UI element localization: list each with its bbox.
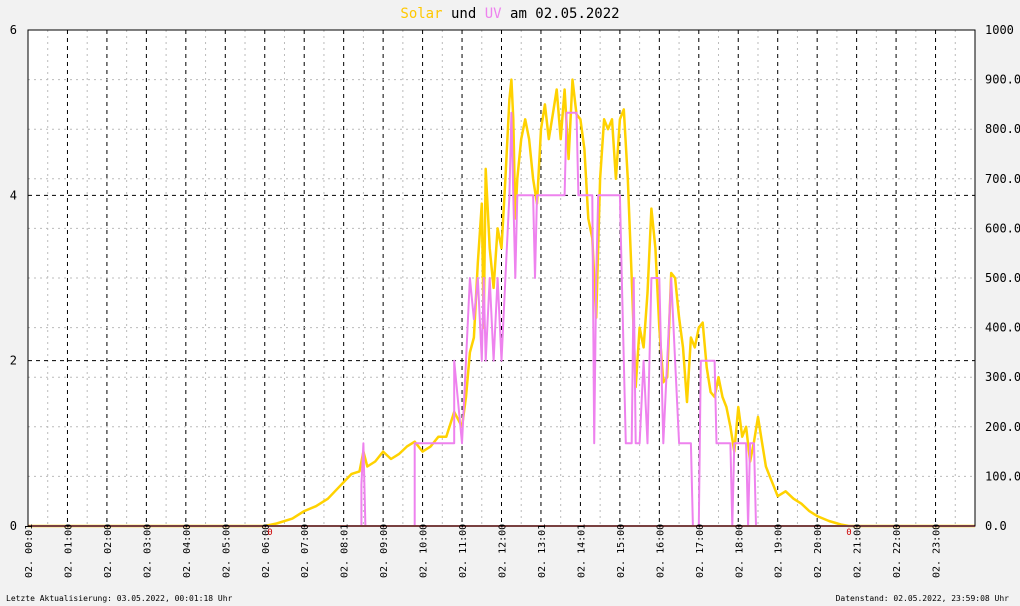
right-tick-label: 500.0	[985, 271, 1020, 285]
x-tick-label: 02. 16:00	[655, 524, 666, 578]
right-tick-label: 600.0	[985, 221, 1020, 235]
x-tick-label: 02. 00:01	[24, 524, 35, 578]
right-tick-label: 1000	[985, 23, 1014, 37]
solar-uv-chart: Solar und UV am 02.05.2022 0 2 4 6 0.0 100.0…	[0, 0, 1020, 606]
title-solar: Solar	[400, 6, 442, 22]
left-tick-label: 4	[10, 188, 17, 202]
x-tick-label: 02. 15:00	[616, 524, 627, 578]
footer-data-status: Datenstand: 02.05.2022, 23:59:08 Uhr	[836, 594, 1010, 603]
right-tick-label: 0.0	[985, 519, 1007, 533]
x-tick-label: 02. 19:00	[774, 524, 785, 578]
left-tick-label: 2	[10, 354, 17, 368]
x-tick-label: 02. 18:00	[734, 524, 745, 578]
x-tick-label: 02. 13:01	[537, 524, 548, 578]
footer-last-update: Letzte Aktualisierung: 03.05.2022, 00:01…	[6, 594, 233, 603]
chart-title: Solar und UV am 02.05.2022	[400, 6, 619, 22]
zero-marker-sunset: 0	[846, 528, 851, 538]
title-date: am 02.05.2022	[510, 6, 620, 22]
title-und: und	[451, 6, 476, 22]
x-tick-label: 02. 14:01	[576, 524, 587, 578]
x-tick-label: 02. 08:01	[340, 524, 351, 578]
x-tick-label: 02. 23:00	[932, 524, 943, 578]
right-tick-label: 700.0	[985, 172, 1020, 186]
x-tick-label: 02. 03:00	[142, 524, 153, 578]
x-tick-label: 02. 02:00	[103, 524, 114, 578]
right-tick-label: 800.0	[985, 122, 1020, 136]
right-tick-label: 100.0	[985, 469, 1020, 483]
x-tick-label: 02. 09:00	[379, 524, 390, 578]
x-tick-label: 02. 05:00	[221, 524, 232, 578]
x-tick-label: 02. 07:00	[300, 524, 311, 578]
x-tick-label: 02. 04:00	[182, 524, 193, 578]
plot-area	[27, 29, 976, 528]
left-tick-label: 0	[10, 519, 17, 533]
right-tick-label: 400.0	[985, 321, 1020, 335]
x-tick-label: 02. 21:00	[853, 524, 864, 578]
zero-marker-sunrise: 0	[267, 528, 272, 538]
x-tick-label: 02. 22:00	[892, 524, 903, 578]
right-tick-label: 900.0	[985, 73, 1020, 87]
title-uv: UV	[485, 6, 502, 22]
right-tick-label: 300.0	[985, 370, 1020, 384]
x-tick-label: 02. 20:00	[813, 524, 824, 578]
x-tick-label: 02. 10:00	[419, 524, 430, 578]
x-tick-label: 02. 12:00	[498, 524, 509, 578]
left-tick-label: 6	[10, 23, 17, 37]
x-tick-label: 02. 17:00	[695, 524, 706, 578]
x-tick-label: 02. 01:00	[63, 524, 74, 578]
right-tick-label: 200.0	[985, 420, 1020, 434]
x-tick-label: 02. 11:00	[458, 524, 469, 578]
